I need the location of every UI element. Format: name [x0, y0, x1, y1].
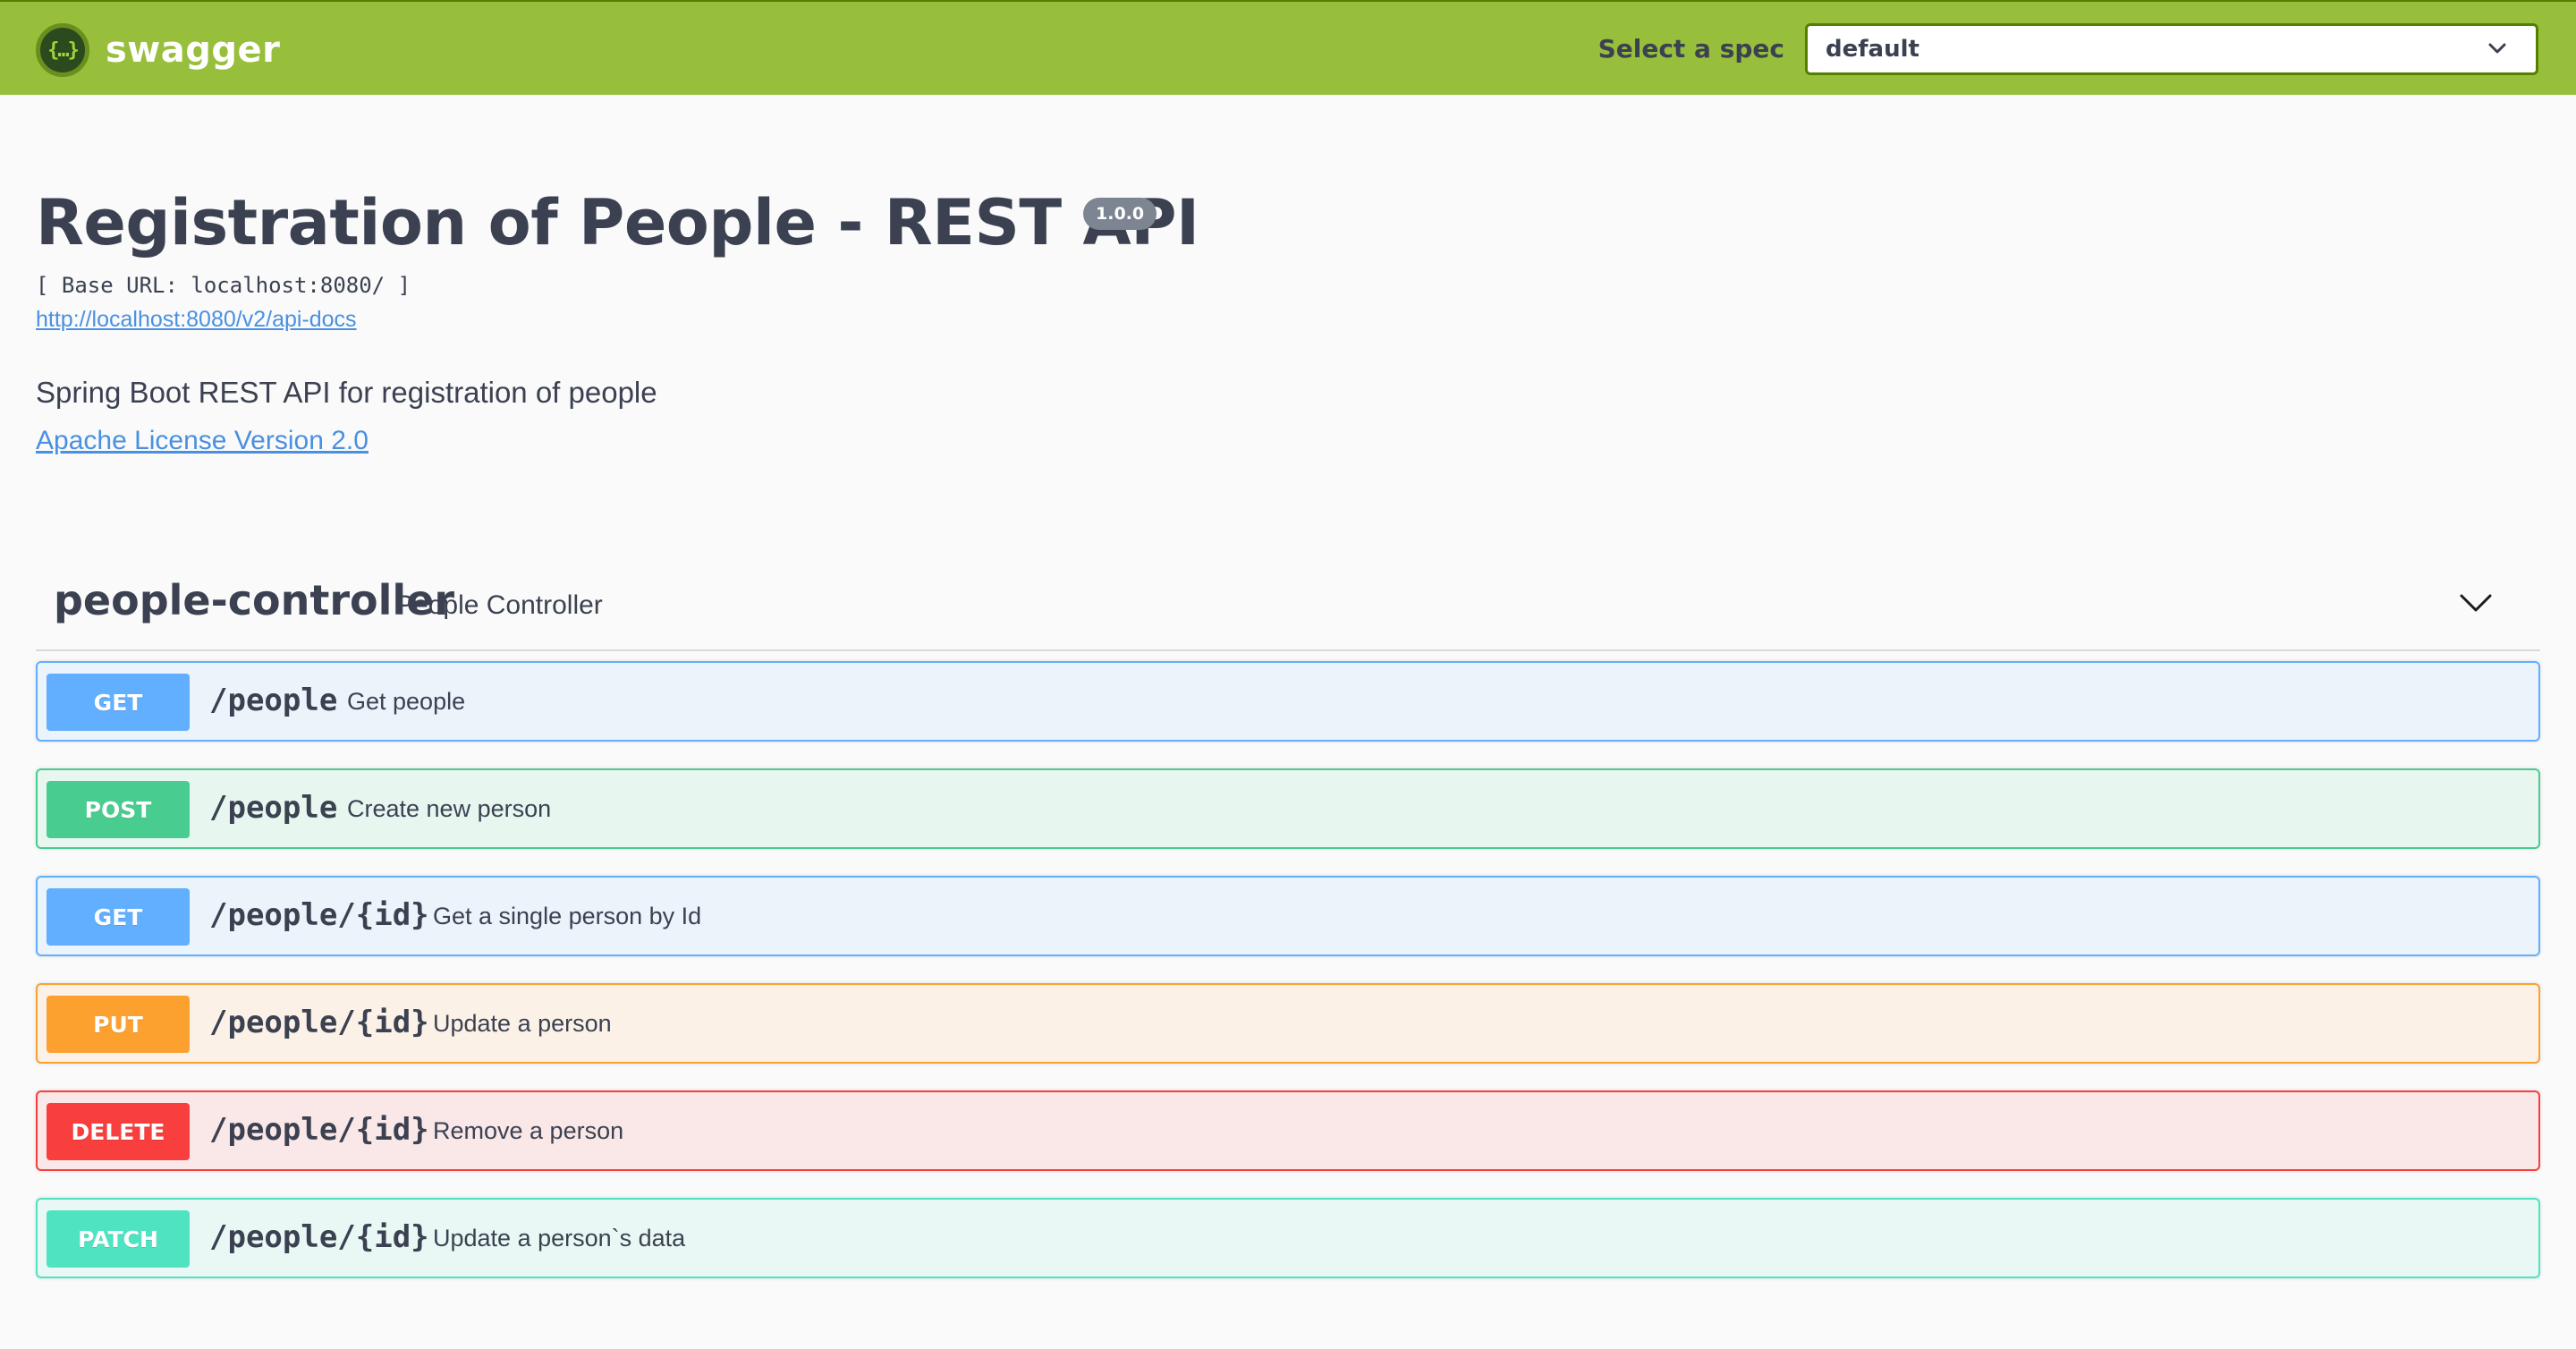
operation-summary: Get people [347, 688, 466, 715]
method-badge-get: GET [47, 674, 190, 731]
swagger-logo-text: swagger [106, 30, 281, 71]
topbar: {…} swagger Select a spec default [0, 0, 2576, 95]
spec-select[interactable]: default [1805, 23, 2538, 75]
chevron-down-icon [2488, 43, 2506, 54]
method-badge-patch: PATCH [47, 1210, 190, 1268]
operation-path: /people/{id} [209, 1005, 429, 1040]
api-title: Registration of People - REST API [36, 186, 1199, 259]
swagger-logo-icon: {…} [36, 23, 89, 77]
operation-delete-people-id[interactable]: DELETE /people/{id} Remove a person [36, 1090, 2540, 1171]
method-badge-get: GET [47, 888, 190, 946]
operation-get-people[interactable]: GET /people Get people [36, 661, 2540, 742]
version-badge: 1.0.0 [1083, 198, 1157, 230]
operation-summary: Update a person`s data [433, 1225, 686, 1251]
tag-name: people-controller [54, 576, 455, 624]
api-description: Spring Boot REST API for registration of… [36, 376, 657, 409]
operation-patch-people-id[interactable]: PATCH /people/{id} Update a person`s dat… [36, 1198, 2540, 1278]
select-spec-label: Select a spec [1597, 34, 1784, 64]
operation-path: /people [209, 790, 338, 826]
operation-put-people-id[interactable]: PUT /people/{id} Update a person [36, 983, 2540, 1064]
operation-summary: Update a person [433, 1010, 612, 1037]
operation-get-people-id[interactable]: GET /people/{id} Get a single person by … [36, 876, 2540, 956]
operation-path: /people/{id} [209, 1112, 429, 1148]
operation-summary: Remove a person [433, 1117, 624, 1144]
method-badge-delete: DELETE [47, 1103, 190, 1160]
method-badge-put: PUT [47, 996, 190, 1053]
api-docs-link[interactable]: http://localhost:8080/v2/api-docs [36, 307, 357, 333]
tag-description: People Controller [395, 590, 603, 620]
operation-post-people[interactable]: POST /people Create new person [36, 768, 2540, 849]
tag-header-people-controller[interactable]: people-controller People Controller [36, 562, 2540, 651]
spec-select-value: default [1826, 36, 1919, 63]
chevron-down-icon[interactable] [2456, 583, 2496, 623]
license-link[interactable]: Apache License Version 2.0 [36, 426, 369, 456]
operation-summary: Get a single person by Id [433, 903, 702, 929]
operation-path: /people/{id} [209, 1219, 429, 1255]
method-badge-post: POST [47, 781, 190, 838]
operation-path: /people [209, 683, 338, 718]
base-url: [ Base URL: localhost:8080/ ] [36, 273, 411, 298]
swagger-logo[interactable]: {…} swagger [36, 23, 280, 77]
operation-path: /people/{id} [209, 897, 429, 933]
operation-summary: Create new person [347, 795, 552, 822]
